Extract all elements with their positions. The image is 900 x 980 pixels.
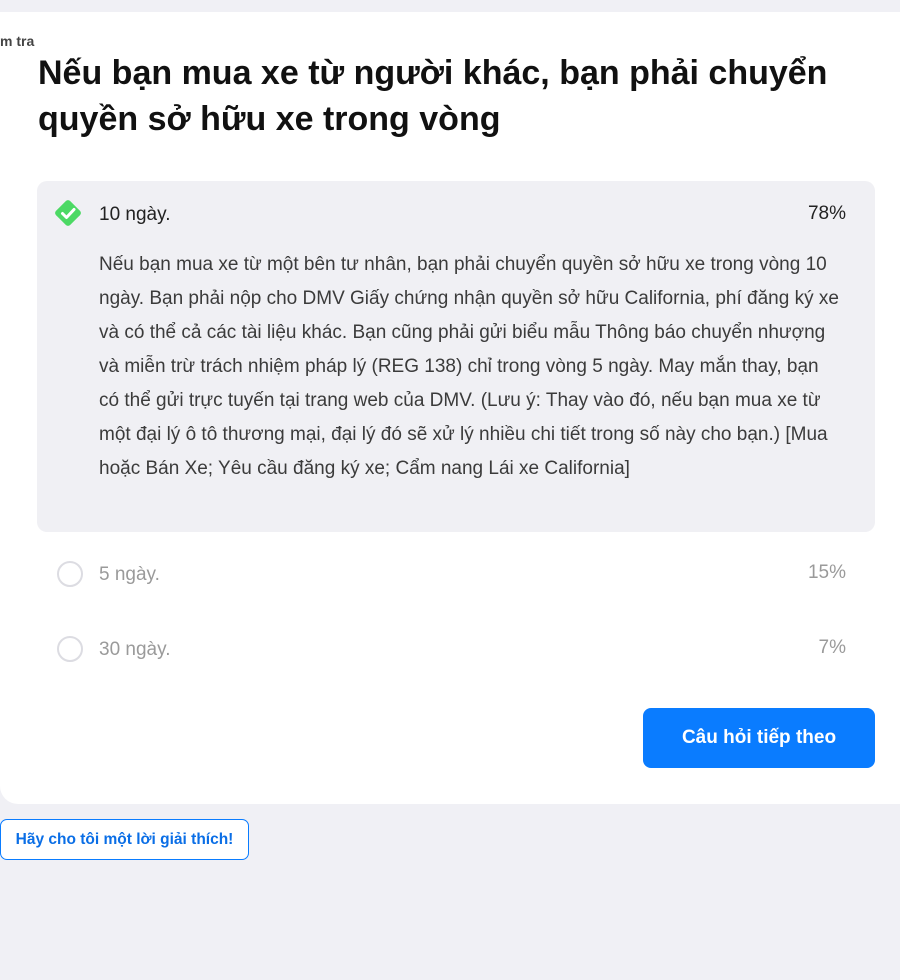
answer-percent: 78% [807, 203, 846, 224]
radio-circle-icon[interactable] [57, 636, 83, 662]
breadcrumb[interactable]: m tra [0, 33, 34, 49]
answer-label: 10 ngày. [99, 204, 171, 225]
radio-circle-icon[interactable] [57, 561, 83, 587]
answer-label[interactable]: 30 ngày. [99, 639, 170, 661]
check-diamond-icon [55, 200, 81, 226]
question-title: Nếu bạn mua xe từ người khác, bạn phải c… [38, 54, 828, 138]
answer-percent: 7% [818, 637, 846, 658]
explain-button[interactable]: Hãy cho tôi một lời giải thích! [0, 819, 249, 860]
next-question-button[interactable]: Câu hỏi tiếp theo [643, 708, 875, 768]
answer-percent: 15% [807, 562, 846, 583]
answer-label[interactable]: 5 ngày. [99, 564, 160, 586]
answer-explanation: Nếu bạn mua xe từ một bên tư nhân, bạn p… [99, 254, 839, 479]
